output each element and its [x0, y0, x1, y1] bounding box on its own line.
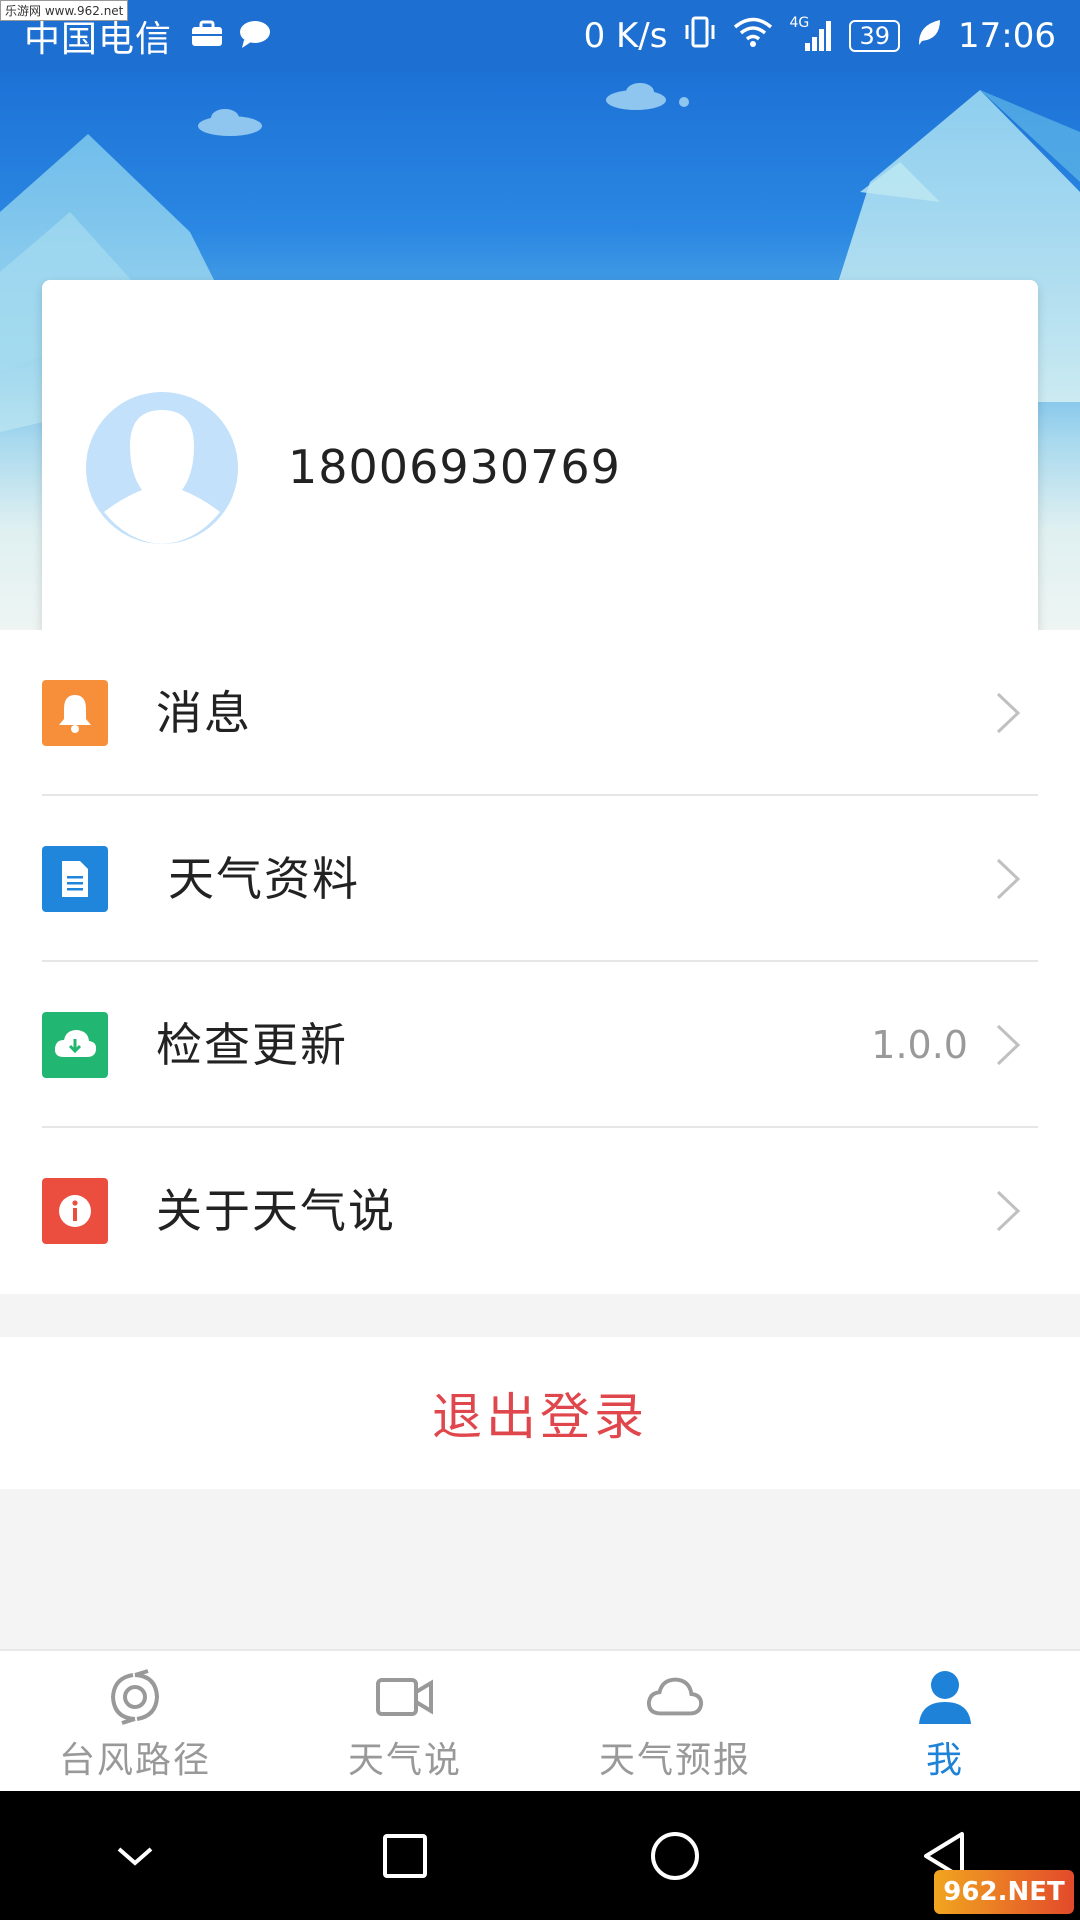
briefcase-icon — [190, 20, 224, 52]
tab-label: 台风路径 — [58, 1740, 211, 1781]
chevron-right-icon — [996, 692, 1021, 734]
menu-item-messages[interactable]: 消息 — [0, 630, 1080, 796]
square-icon — [383, 1833, 427, 1878]
bell-icon — [42, 680, 108, 746]
message-icon — [238, 19, 272, 53]
app-version: 1.0.0 — [871, 1023, 968, 1067]
chevron-right-icon — [996, 1024, 1021, 1066]
recents-button[interactable] — [365, 1816, 445, 1896]
menu-item-label: 消息 — [156, 686, 252, 740]
bottom-tab-bar: 台风路径 天气说 天气预报 我 — [0, 1649, 1080, 1791]
tab-weather-talk[interactable]: 天气说 — [270, 1651, 540, 1791]
tab-weather-forecast[interactable]: 天气预报 — [540, 1651, 810, 1791]
cloud-icon — [645, 1667, 705, 1727]
default-avatar-icon — [86, 392, 238, 544]
clock: 17:06 — [958, 16, 1056, 56]
logout-button[interactable]: 退出登录 — [0, 1337, 1080, 1489]
header-banner: 18006930769 — [0, 72, 1080, 630]
info-icon — [42, 1178, 108, 1244]
menu-item-label: 天气资料 — [168, 852, 360, 906]
battery-indicator: 39 — [849, 20, 901, 52]
profile-card[interactable]: 18006930769 — [42, 280, 1038, 630]
chevron-right-icon — [996, 1190, 1021, 1232]
hide-nav-button[interactable] — [95, 1816, 175, 1896]
chevron-right-icon — [996, 858, 1021, 900]
wifi-icon — [733, 16, 773, 57]
typhoon-icon — [105, 1667, 165, 1727]
system-nav-bar: 962.NET — [0, 1791, 1080, 1920]
vibrate-icon — [683, 15, 717, 58]
tab-label: 我 — [925, 1740, 964, 1781]
tab-typhoon-path[interactable]: 台风路径 — [0, 1651, 270, 1791]
menu-item-label: 关于天气说 — [156, 1184, 396, 1238]
site-logo-watermark: 962.NET — [934, 1870, 1074, 1914]
logout-label: 退出登录 — [432, 1388, 648, 1446]
tab-label: 天气预报 — [598, 1740, 751, 1781]
tab-label: 天气说 — [347, 1740, 462, 1781]
video-camera-icon — [375, 1667, 435, 1727]
menu-item-about[interactable]: 关于天气说 — [0, 1128, 1080, 1294]
user-phone-number: 18006930769 — [288, 440, 621, 494]
menu-item-weather-data[interactable]: 天气资料 — [0, 796, 1080, 962]
menu-item-label: 检查更新 — [156, 1018, 348, 1072]
tab-me[interactable]: 我 — [810, 1651, 1080, 1791]
circle-icon — [651, 1831, 699, 1880]
signal-icon: 4G — [789, 15, 833, 53]
chevron-down-icon — [117, 1846, 153, 1866]
avatar[interactable] — [86, 392, 238, 544]
network-type: 4G — [789, 15, 810, 31]
site-watermark: 乐游网 www.962.net — [0, 0, 129, 21]
home-button[interactable] — [635, 1816, 715, 1896]
net-speed: 0 K/s — [583, 16, 668, 56]
status-bar: 中国电信 0 K/s 4G 39 17:06 — [0, 0, 1080, 72]
menu-item-check-update[interactable]: 检查更新 1.0.0 — [0, 962, 1080, 1128]
document-icon — [42, 846, 108, 912]
cloud-download-icon — [42, 1012, 108, 1078]
settings-menu: 消息 天气资料 检查更新 1.0.0 关于天气说 — [0, 630, 1080, 1294]
user-icon — [915, 1667, 975, 1727]
leaf-icon — [916, 16, 942, 56]
page: 中国电信 0 K/s 4G 39 17:06 乐游网 www.962.net 1… — [0, 0, 1080, 1920]
